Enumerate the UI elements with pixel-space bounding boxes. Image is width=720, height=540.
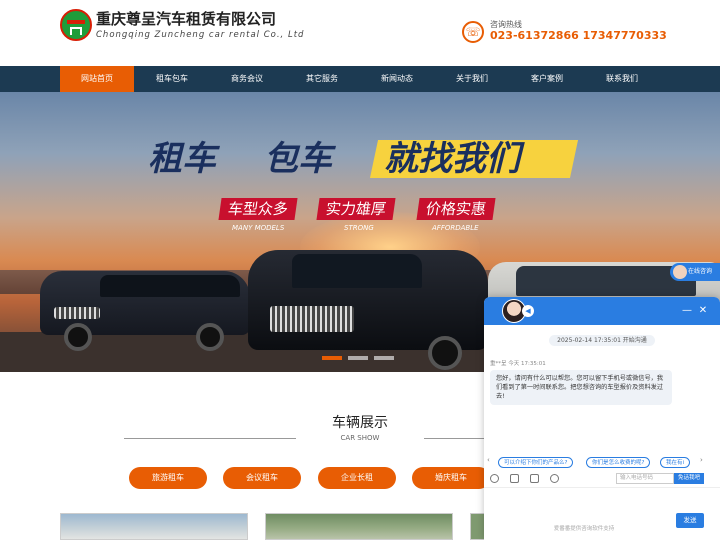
chat-sender: 重**呈 今天 17:35:01 bbox=[490, 361, 546, 367]
nav-item-other[interactable]: 其它服务 bbox=[285, 66, 359, 92]
car-thumbnail[interactable] bbox=[265, 513, 453, 540]
nav-item-about[interactable]: 关于我们 bbox=[435, 66, 509, 92]
company-name-cn: 重庆尊呈汽车租赁有限公司 bbox=[96, 10, 277, 28]
banner-headline: 租车 包车 就找我们 bbox=[140, 138, 580, 180]
quick-reply[interactable]: 可以介绍下你们的产品么? bbox=[498, 457, 574, 468]
badge-affordable: 价格实惠 bbox=[416, 198, 496, 220]
chat-message: 您好，请问有什么可以帮您。您可以留下手机号或微信号，我们看到了第一时间联系您。把… bbox=[490, 370, 672, 405]
quick-reply[interactable]: 我在有i bbox=[660, 457, 690, 468]
company-logo[interactable] bbox=[60, 9, 92, 41]
image-icon[interactable] bbox=[510, 474, 519, 483]
company-name-en: Chongqing Zuncheng car rental Co., Ltd bbox=[96, 30, 305, 40]
banner-title-part3: 就找我们 bbox=[384, 139, 520, 179]
nav-item-cases[interactable]: 客户案例 bbox=[510, 66, 584, 92]
nav-item-home[interactable]: 网站首页 bbox=[60, 66, 134, 92]
site-header: 重庆尊呈汽车租赁有限公司 Chongqing Zuncheng car rent… bbox=[0, 0, 720, 66]
van-image-left bbox=[40, 257, 250, 352]
online-consult-label: 在线咨询 bbox=[688, 268, 713, 275]
badge-strong: 实力雄厚 bbox=[316, 198, 396, 220]
quick-reply[interactable]: 你们是怎么收费的呢? bbox=[586, 457, 651, 468]
chat-start-time: 2025-02-14 17:35:01 开始沟通 bbox=[484, 335, 720, 346]
evaluate-icon[interactable] bbox=[550, 474, 559, 483]
close-icon[interactable]: ✕ bbox=[696, 304, 710, 318]
folder-icon[interactable] bbox=[530, 474, 539, 483]
category-meeting-button[interactable]: 会议租车 bbox=[223, 467, 301, 489]
emoji-icon[interactable] bbox=[490, 474, 499, 483]
minimize-icon[interactable]: — bbox=[680, 304, 694, 318]
hotline-number: 023-61372866 17347770333 bbox=[490, 29, 667, 42]
nav-item-rental[interactable]: 租车包车 bbox=[135, 66, 209, 92]
carousel-dot-3[interactable] bbox=[374, 356, 394, 360]
nav-item-news[interactable]: 新闻动态 bbox=[360, 66, 434, 92]
chevron-left-icon[interactable]: ‹ bbox=[487, 456, 490, 464]
phone-number-input[interactable]: 输入电话号码 bbox=[616, 473, 674, 484]
category-tour-button[interactable]: 旅游租车 bbox=[129, 467, 207, 489]
sound-icon[interactable]: ◀ bbox=[522, 305, 534, 317]
main-nav: 网站首页 租车包车 商务会议 其它服务 新闻动态 关于我们 客户案例 联系我们 bbox=[0, 66, 720, 92]
chat-widget[interactable]: ◀ — ✕ 2025-02-14 17:35:01 开始沟通 重**呈 今天 1… bbox=[484, 297, 720, 540]
chat-powered-by: 爱番番提供咨询软件支持 bbox=[553, 526, 615, 532]
banner-title-part1: 租车 bbox=[148, 139, 216, 179]
call-me-button[interactable]: 免话我吧 bbox=[674, 473, 704, 484]
badge-affordable-en: AFFORDABLE bbox=[432, 224, 479, 232]
phone-icon: ☏ bbox=[462, 21, 484, 43]
category-longterm-button[interactable]: 企业长租 bbox=[318, 467, 396, 489]
carousel-dot-2[interactable] bbox=[348, 356, 368, 360]
badge-models-en: MANY MODELS bbox=[232, 224, 285, 232]
nav-item-contact[interactable]: 联系我们 bbox=[585, 66, 659, 92]
badge-strong-en: STRONG bbox=[344, 224, 374, 232]
badge-models: 车型众多 bbox=[218, 198, 298, 220]
quick-replies: ‹ 可以介绍下你们的产品么? 你们是怎么收费的呢? 我在有i › bbox=[484, 455, 720, 469]
chevron-right-icon[interactable]: › bbox=[700, 456, 703, 464]
category-wedding-button[interactable]: 婚庆租车 bbox=[412, 467, 490, 489]
agent-avatar bbox=[673, 265, 687, 279]
carousel-dot-1[interactable] bbox=[322, 356, 342, 360]
car-thumbnail[interactable] bbox=[60, 513, 248, 540]
nav-item-meeting[interactable]: 商务会议 bbox=[210, 66, 284, 92]
online-consult-tab[interactable]: 在线咨询 bbox=[670, 263, 720, 281]
banner-title-part2: 包车 bbox=[264, 139, 332, 179]
van-image-center bbox=[248, 240, 488, 370]
chat-header: ◀ — ✕ bbox=[484, 297, 720, 325]
